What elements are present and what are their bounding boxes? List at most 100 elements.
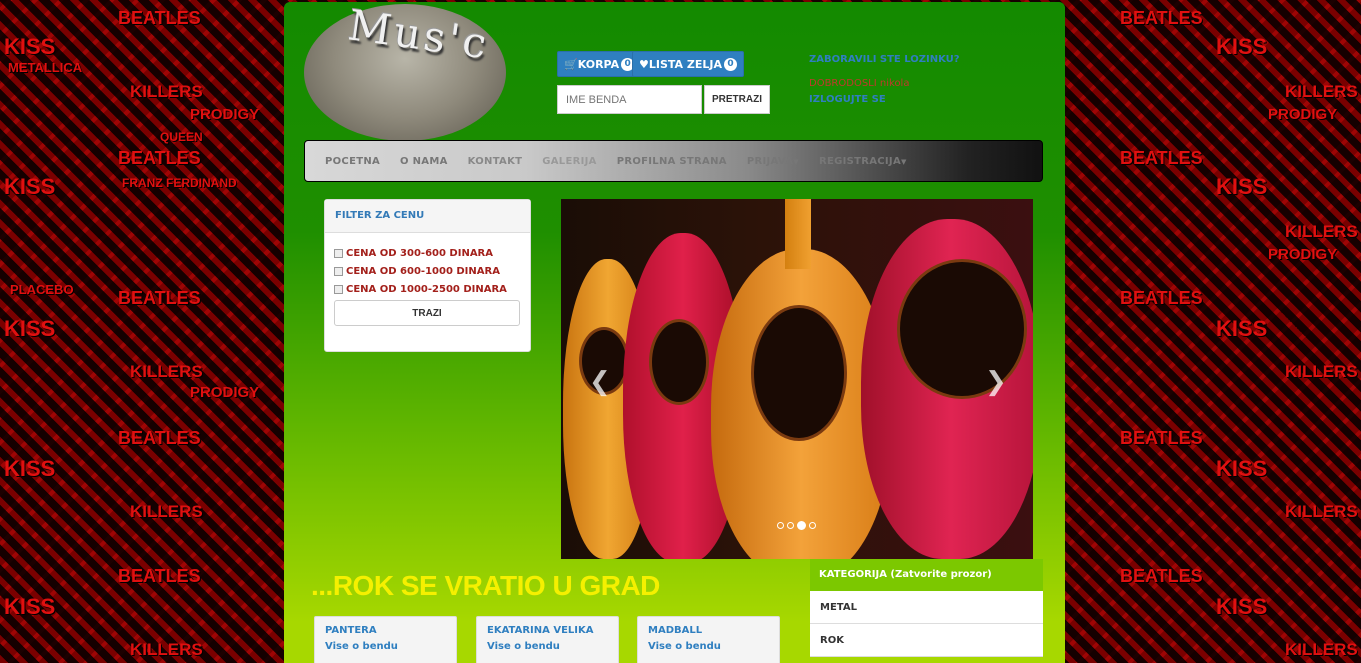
wishlist-button[interactable]: ♥ LISTA ZELJA 0 (632, 51, 744, 77)
bg-word: PRODIGY (190, 384, 260, 401)
heart-icon: ♥ (639, 57, 649, 71)
bg-word: BEATLES (118, 428, 201, 448)
site-logo[interactable]: Mus'c (304, 0, 506, 141)
bg-word: KISS (4, 316, 56, 341)
bg-word: BEATLES (118, 566, 201, 586)
bg-word: KILLERS (1285, 362, 1358, 381)
cart-icon: 🛒 (564, 57, 578, 71)
chevron-right-icon[interactable]: ❯ (985, 367, 1007, 397)
bg-word: KISS (4, 594, 56, 619)
band-search-input[interactable] (557, 85, 702, 114)
nav-item-gallery[interactable]: GALERIJA (542, 156, 596, 167)
band-name[interactable]: MADBALL (648, 625, 769, 636)
cart-label: KORPA (577, 57, 620, 71)
caret-down-icon: ▼ (900, 157, 907, 166)
bg-word: BEATLES (118, 148, 201, 168)
bg-word: KISS (4, 456, 56, 481)
greeting-label: DOBRODOSLI (809, 78, 877, 89)
page-headline: ...ROK SE VRATIO U GRAD (311, 570, 660, 601)
band-card-pantera: PANTERA Vise o bendu (314, 616, 457, 663)
bg-word: QUEEN (160, 130, 203, 144)
nav-item-home[interactable]: POCETNA (325, 156, 380, 167)
nav-item-login-dropdown[interactable]: PRIJAVA▼ (747, 156, 799, 167)
wishlist-count-badge: 0 (724, 57, 737, 71)
search-button[interactable]: PRETRAZI (704, 85, 770, 114)
cart-button[interactable]: 🛒 KORPA 0 (557, 51, 642, 77)
bg-word: KISS (1216, 34, 1268, 59)
filter-option-300-600[interactable]: CENA OD 300-600 DINARA (334, 244, 530, 262)
bg-word: KISS (1216, 174, 1268, 199)
bg-word: METALLICA (8, 60, 83, 75)
bg-word: PLACEBO (10, 282, 74, 297)
wishlist-label: LISTA ZELJA (648, 57, 722, 71)
bg-word: BEATLES (118, 288, 201, 308)
filter-option-label: CENA OD 300-600 DINARA (346, 247, 493, 259)
bg-word: BEATLES (1120, 288, 1203, 308)
band-name[interactable]: PANTERA (325, 625, 446, 636)
bg-word: KISS (1216, 456, 1268, 481)
bg-word: KILLERS (130, 502, 203, 521)
bg-word: BEATLES (1120, 566, 1203, 586)
logo-text: Mus'c (345, 0, 493, 69)
nav-login-label: PRIJAVA (746, 155, 794, 167)
username-label: nikola (879, 78, 910, 89)
checkbox[interactable] (334, 248, 343, 258)
page-container: Mus'c 🛒 KORPA 0 ♥ LISTA ZELJA 0 PRETRAZI… (284, 0, 1065, 663)
bg-word: KILLERS (130, 362, 203, 381)
bg-word: BEATLES (1120, 8, 1203, 28)
filter-search-button[interactable]: TRAZI (334, 300, 520, 326)
band-card-madball: MADBALL Vise o bendu (637, 616, 780, 663)
price-filter-panel: FILTER ZA CENU CENA OD 300-600 DINARA CE… (324, 199, 531, 352)
carousel-indicator[interactable] (787, 522, 794, 529)
bg-word: KISS (4, 174, 56, 199)
band-more-link[interactable]: Vise o bendu (487, 641, 608, 652)
filter-option-label: CENA OD 600-1000 DINARA (346, 265, 500, 277)
image-carousel[interactable]: ❮ ❯ (561, 199, 1033, 559)
category-title[interactable]: KATEGORIJA (Zatvorite prozor) (810, 559, 1043, 591)
chevron-left-icon[interactable]: ❮ (589, 367, 611, 397)
filter-title: FILTER ZA CENU (325, 200, 530, 233)
nav-item-profile[interactable]: PROFILNA STRANA (617, 156, 727, 167)
bg-word: BEATLES (1120, 428, 1203, 448)
nav-item-about[interactable]: O NAMA (400, 156, 448, 167)
nav-item-contact[interactable]: KONTAKT (468, 156, 523, 167)
welcome-text: DOBRODOSLI nikola (809, 78, 909, 89)
bg-word: KILLERS (1285, 82, 1358, 101)
bg-word: KISS (4, 34, 56, 59)
filter-option-1000-2500[interactable]: CENA OD 1000-2500 DINARA (334, 280, 530, 298)
category-item-metal[interactable]: METAL (810, 591, 1043, 624)
bg-word: KILLERS (130, 640, 203, 659)
bg-word: KILLERS (130, 82, 203, 101)
carousel-indicators (777, 521, 816, 530)
filter-option-600-1000[interactable]: CENA OD 600-1000 DINARA (334, 262, 530, 280)
band-name[interactable]: EKATARINA VELIKA (487, 625, 608, 636)
nav-register-label: REGISTRACIJA (818, 155, 901, 167)
bg-word: BEATLES (118, 8, 201, 28)
filter-option-label: CENA OD 1000-2500 DINARA (346, 283, 507, 295)
carousel-indicator[interactable] (809, 522, 816, 529)
band-more-link[interactable]: Vise o bendu (648, 641, 769, 652)
carousel-indicator[interactable] (777, 522, 784, 529)
carousel-indicator-active[interactable] (797, 521, 806, 530)
nav-item-register-dropdown[interactable]: REGISTRACIJA▼ (819, 156, 907, 167)
main-navbar: POCETNA O NAMA KONTAKT GALERIJA PROFILNA… (304, 140, 1043, 182)
forgot-password-link[interactable]: ZABORAVILI STE LOZINKU? (809, 54, 960, 65)
bg-word: PRODIGY (1268, 106, 1338, 123)
bg-word: BEATLES (1120, 148, 1203, 168)
band-card-ekatarina-velika: EKATARINA VELIKA Vise o bendu (476, 616, 619, 663)
bg-word: FRANZ FERDINAND (122, 176, 237, 190)
logout-link[interactable]: IZLOGUJTE SE (809, 94, 886, 105)
bg-word: KILLERS (1285, 502, 1358, 521)
bg-word: KISS (1216, 594, 1268, 619)
category-panel: KATEGORIJA (Zatvorite prozor) METAL ROK (810, 559, 1043, 657)
bg-word: KILLERS (1285, 222, 1358, 241)
bg-word: KISS (1216, 316, 1268, 341)
checkbox[interactable] (334, 284, 343, 294)
band-more-link[interactable]: Vise o bendu (325, 641, 446, 652)
checkbox[interactable] (334, 266, 343, 276)
bg-word: PRODIGY (190, 106, 260, 123)
caret-down-icon: ▼ (793, 157, 799, 166)
category-item-rok[interactable]: ROK (810, 624, 1043, 657)
bg-word: KILLERS (1285, 640, 1358, 659)
bg-word: PRODIGY (1268, 246, 1338, 263)
